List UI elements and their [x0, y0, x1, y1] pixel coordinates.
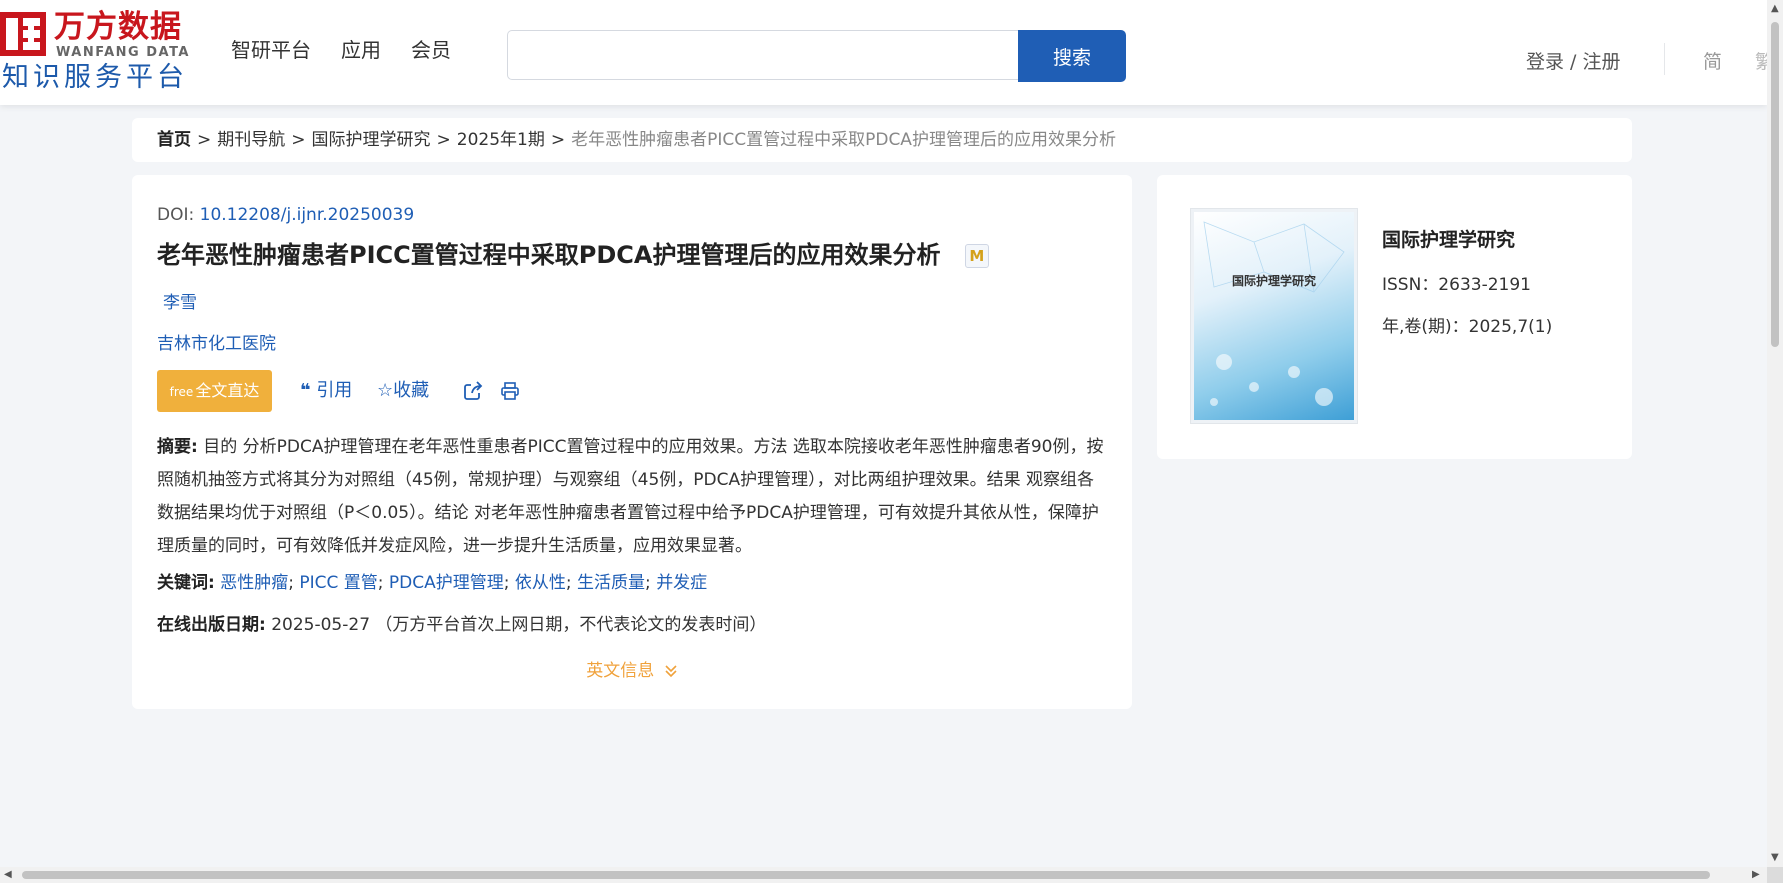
star-icon: ☆: [377, 380, 394, 401]
keyword-link[interactable]: PDCA护理管理: [389, 573, 504, 593]
keyword-link[interactable]: 依从性: [515, 573, 566, 593]
scroll-up-icon[interactable]: ▲: [1771, 4, 1779, 14]
scroll-left-icon[interactable]: ◀: [4, 870, 12, 880]
logo-subtitle: 知识服务平台: [2, 62, 188, 93]
article-title: 老年恶性肿瘤患者PICC置管过程中采取PDCA护理管理后的应用效果分析 M: [157, 238, 989, 272]
breadcrumb-issue[interactable]: 2025年1期: [457, 130, 545, 150]
scroll-down-icon[interactable]: ▼: [1771, 853, 1779, 863]
logo-en-text: WANFANG DATA: [56, 45, 190, 60]
free-icon: free: [169, 385, 194, 399]
author-link[interactable]: 李雪: [163, 288, 197, 313]
breadcrumb-separator: >: [550, 130, 566, 150]
breadcrumb-separator: >: [197, 130, 212, 150]
scrollbar-corner: [1767, 867, 1783, 883]
keyword-link[interactable]: 恶性肿瘤: [220, 573, 288, 593]
journal-volume: 年,卷(期)：2025,7(1): [1382, 317, 1553, 337]
breadcrumb: 首页 > 期刊导航 > 国际护理学研究 >2025年1期 > 老年恶性肿瘤患者PICC置管过程…: [132, 118, 1632, 162]
abstract: 摘要: 目的 分析PDCA护理管理在老年恶性重患者PICC置管过程中的应用效果。…: [157, 431, 1107, 563]
article-title-text: 老年恶性肿瘤患者PICC置管过程中采取PDCA护理管理后的应用效果分析: [157, 241, 941, 269]
publish-date-label: 在线出版日期:: [157, 615, 266, 635]
breadcrumb-current: 老年恶性肿瘤患者PICC置管过程中采取PDCA护理管理后的应用效果分析: [571, 130, 1116, 150]
abstract-text: 目的 分析PDCA护理管理在老年恶性重患者PICC置管过程中的应用效果。方法 选…: [157, 437, 1104, 556]
lang-traditional-button[interactable]: 繁: [1755, 47, 1767, 74]
vertical-scrollbar[interactable]: ▲ ▼: [1767, 0, 1783, 867]
search-input[interactable]: [507, 30, 1019, 80]
english-info-toggle[interactable]: 英文信息: [157, 656, 1107, 681]
horizontal-scroll-thumb[interactable]: [22, 871, 1710, 879]
breadcrumb-separator: >: [291, 130, 306, 150]
favorite-button[interactable]: ☆收藏: [377, 370, 429, 412]
english-info-label: 英文信息: [586, 661, 655, 681]
top-header: 万方数据 WANFANG DATA 知识服务平台 智研平台 应用 会员 搜索 登…: [0, 0, 1767, 105]
keywords: 关键词: 恶性肿瘤; PICC 置管; PDCA护理管理; 依从性; 生活质量;…: [157, 573, 708, 593]
search-bar: 搜索: [507, 30, 1126, 82]
publish-date-note: （万方平台首次上网日期，不代表论文的发表时间）: [375, 615, 767, 635]
cite-button[interactable]: ❝ 引用: [300, 370, 352, 412]
doi-link[interactable]: 10.12208/j.ijnr.20250039: [200, 205, 415, 225]
doi-line: DOI: 10.12208/j.ijnr.20250039: [157, 205, 414, 225]
nav-item-research-platform[interactable]: 智研平台: [231, 36, 311, 64]
keywords-label: 关键词:: [157, 573, 215, 593]
journal-title[interactable]: 国际护理学研究: [1382, 225, 1515, 252]
lang-simplified-button[interactable]: 简: [1703, 47, 1722, 74]
nav-item-membership[interactable]: 会员: [411, 36, 451, 64]
m-badge-icon[interactable]: M: [964, 244, 989, 268]
share-button[interactable]: [463, 370, 483, 412]
search-button[interactable]: 搜索: [1018, 30, 1126, 82]
journal-card: 国际护理学研究 国际护理学研究 ISSN：2633-2191 年,卷(期)：20…: [1157, 175, 1632, 459]
organization-link[interactable]: 吉林市化工医院: [157, 329, 276, 354]
keyword-link[interactable]: PICC 置管: [299, 573, 377, 593]
breadcrumb-separator: >: [436, 130, 451, 150]
login-register-link[interactable]: 登录 / 注册: [1526, 47, 1620, 74]
abstract-label: 摘要:: [157, 437, 198, 457]
fulltext-label: 全文直达: [195, 381, 260, 400]
fulltext-button[interactable]: free 全文直达: [157, 370, 272, 412]
breadcrumb-home[interactable]: 首页: [157, 130, 191, 150]
logo-mark-icon: [0, 12, 46, 56]
main-nav: 智研平台 应用 会员: [231, 36, 451, 64]
favorite-label: 收藏: [393, 380, 430, 401]
wanfang-logo[interactable]: 万方数据 WANFANG DATA 知识服务平台: [0, 9, 195, 93]
vertical-scroll-thumb[interactable]: [1771, 22, 1779, 347]
breadcrumb-journal[interactable]: 国际护理学研究: [312, 130, 431, 150]
journal-cover-image[interactable]: 国际护理学研究: [1194, 212, 1354, 420]
print-button[interactable]: [500, 370, 520, 412]
cover-title: 国际护理学研究: [1231, 274, 1316, 288]
publish-date: 在线出版日期: 2025-05-27 （万方平台首次上网日期，不代表论文的发表时…: [157, 613, 766, 637]
nav-item-apps[interactable]: 应用: [341, 36, 381, 64]
doi-label: DOI:: [157, 205, 195, 225]
double-chevron-down-icon: [665, 665, 677, 678]
breadcrumb-journal-nav[interactable]: 期刊导航: [217, 130, 285, 150]
cite-label: 引用: [316, 380, 353, 401]
share-icon: [464, 381, 483, 400]
scroll-right-icon[interactable]: ▶: [1752, 870, 1760, 880]
publish-date-value: 2025-05-27: [271, 615, 371, 635]
article-card: DOI: 10.12208/j.ijnr.20250039 老年恶性肿瘤患者PI…: [132, 175, 1132, 709]
printer-icon: [501, 382, 519, 400]
cover-network-pattern: [1203, 221, 1345, 406]
keyword-link[interactable]: 生活质量: [577, 573, 645, 593]
logo-text: 万方数据: [54, 9, 182, 45]
keyword-link[interactable]: 并发症: [656, 573, 707, 593]
action-bar: free 全文直达 ❝ 引用 ☆收藏: [157, 370, 757, 412]
quote-icon: ❝: [300, 380, 311, 401]
header-divider: [1664, 43, 1665, 75]
journal-issn: ISSN：2633-2191: [1382, 275, 1531, 295]
horizontal-scrollbar[interactable]: ◀ ▶: [0, 867, 1767, 883]
